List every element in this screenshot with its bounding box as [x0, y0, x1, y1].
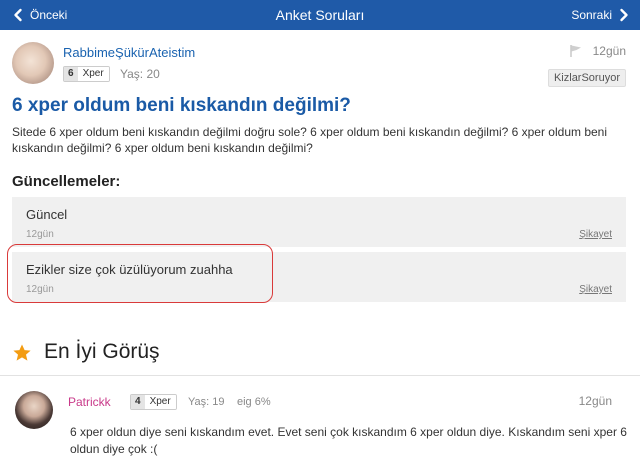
question-time: 12gün — [592, 44, 626, 58]
next-label: Sonraki — [571, 8, 612, 22]
xper-label: Xper — [144, 395, 176, 409]
xper-label: Xper — [77, 67, 109, 81]
answer-text: 6 xper oldun diye seni kıskandım evet. E… — [70, 425, 627, 456]
category-tag[interactable]: KizlarSoruyor — [547, 69, 626, 87]
answer-username[interactable]: Patrickk — [68, 395, 111, 409]
answer-xper-badge: 4 Xper — [130, 394, 177, 410]
xper-level: 4 — [131, 395, 145, 409]
highlight-outline — [7, 244, 273, 303]
question-body: Sitede 6 xper oldum beni kıskandın değil… — [12, 125, 608, 155]
top-bar: Önceki Anket Soruları Sonraki — [0, 0, 640, 30]
next-button[interactable]: Sonraki — [571, 8, 630, 22]
question-title: 6 xper oldum beni kıskandın değilmi? — [12, 95, 351, 116]
report-link[interactable]: Şikayet — [579, 229, 612, 240]
answer-age: Yaş: 19 — [188, 396, 225, 408]
answer-time: 12gün — [578, 394, 612, 408]
best-opinion-heading: En İyi Görüş — [44, 340, 160, 363]
answer-avatar[interactable] — [15, 391, 53, 429]
flag-icon[interactable] — [569, 44, 583, 58]
avatar[interactable] — [12, 42, 54, 84]
update-item: Güncel 12gün Şikayet — [12, 197, 626, 247]
divider — [0, 375, 640, 376]
update-time: 12gün — [26, 229, 54, 240]
report-link[interactable]: Şikayet — [579, 284, 612, 295]
chevron-right-icon — [620, 8, 628, 22]
update-text: Güncel — [26, 207, 68, 222]
xper-badge: 6 Xper — [63, 66, 110, 82]
updates-heading: Güncellemeler: — [12, 173, 121, 190]
page-title: Anket Soruları — [275, 7, 365, 23]
author-age: Yaş: 20 — [120, 67, 160, 81]
author-username[interactable]: RabbimeŞükürAteistim — [63, 45, 195, 60]
star-icon — [13, 344, 31, 361]
answer-eig: eig 6% — [237, 396, 271, 408]
xper-level: 6 — [64, 67, 78, 81]
